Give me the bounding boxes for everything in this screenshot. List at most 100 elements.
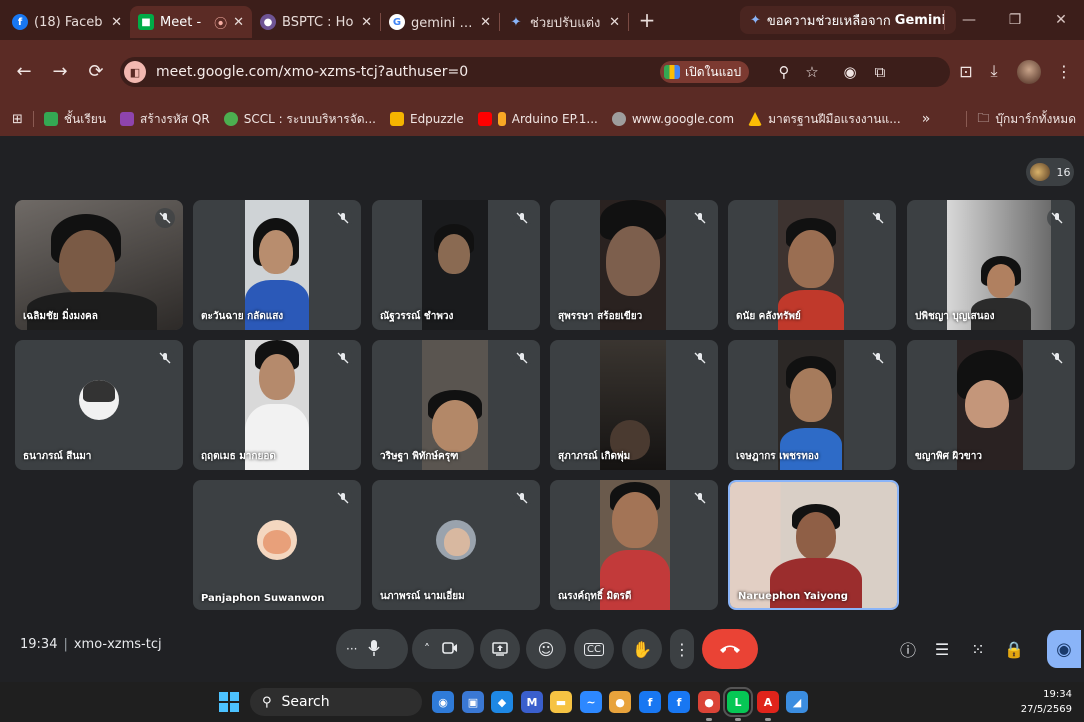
video-options-button[interactable]: ˄ xyxy=(424,642,430,656)
participant-tile[interactable]: สุพรรษา สร้อยเขียว xyxy=(550,200,718,330)
bookmark-arduino[interactable]: Arduino EP.1... xyxy=(477,112,598,126)
close-icon[interactable]: ✕ xyxy=(609,15,620,30)
facebook-app-icon[interactable]: f xyxy=(639,691,661,713)
app-m-icon[interactable]: M xyxy=(521,691,543,713)
host-controls-button[interactable]: 🔒 xyxy=(1002,637,1026,661)
line-icon[interactable]: L xyxy=(723,687,753,717)
close-icon[interactable]: ✕ xyxy=(233,15,244,30)
raise-hand-button[interactable]: ✋ xyxy=(622,629,662,669)
participant-tile[interactable]: นภาพรณ์ นามเอี่ยม xyxy=(372,480,540,610)
camera-control-group: ˄ xyxy=(412,629,474,669)
tab-gemini-search[interactable]: G gemini - ค้ ✕ xyxy=(381,6,499,38)
menu-kebab-icon[interactable]: ⋮ xyxy=(1050,57,1078,85)
minimize-button[interactable]: — xyxy=(946,0,992,40)
open-in-app-button[interactable]: เปิดในแอป xyxy=(660,61,750,83)
gemini-help-tab[interactable]: ✦ ขอความช่วยเหลือจาก Gemini xyxy=(740,6,956,34)
bookmark-edpuzzle[interactable]: Edpuzzle xyxy=(389,112,464,126)
captions-button[interactable]: CC xyxy=(574,629,614,669)
participant-tile[interactable]: เจษฎากร เพชรทอง xyxy=(728,340,896,470)
more-options-button[interactable]: ⋮ xyxy=(670,629,694,669)
reload-button[interactable]: ⟳ xyxy=(82,57,110,85)
participant-tile[interactable]: ณัฐวรรณ์ ชำพวง xyxy=(372,200,540,330)
facebook-app-2-icon[interactable]: f xyxy=(668,691,690,713)
all-bookmarks-button[interactable]: บุ๊กมาร์กทั้งหมด xyxy=(995,110,1076,129)
search-label: Search xyxy=(281,694,330,710)
participant-tile[interactable]: เฉลิมชัย มิ่งมงคล xyxy=(15,200,183,330)
search-icon: ⚲ xyxy=(262,694,272,710)
bookmark-classroom[interactable]: ชั้นเรียน xyxy=(43,110,106,129)
participant-tile[interactable]: สุภาภรณ์ เกิดพุ่ม xyxy=(550,340,718,470)
hang-up-icon xyxy=(720,645,740,653)
profile-avatar[interactable] xyxy=(1017,60,1041,84)
copilot-icon[interactable]: ◉ xyxy=(432,691,454,713)
activities-button[interactable]: ⁙ xyxy=(966,637,990,661)
apps-grid-icon[interactable]: ⊞ xyxy=(12,112,23,127)
video-face xyxy=(965,380,1009,428)
meeting-details-button[interactable]: ⓘ xyxy=(896,637,920,661)
address-bar[interactable]: ◧ meet.google.com/xmo-xzms-tcj?authuser=… xyxy=(120,57,950,87)
mic-button[interactable] xyxy=(367,639,381,660)
paint-icon[interactable]: ◢ xyxy=(786,691,808,713)
bookmark-star-icon[interactable]: ☆ xyxy=(800,60,824,84)
camera-icon[interactable]: ◉ xyxy=(838,60,862,84)
facebook-icon: f xyxy=(12,14,28,30)
acrobat-icon[interactable]: A xyxy=(757,691,779,713)
messenger-icon[interactable]: ~ xyxy=(580,691,602,713)
video-face xyxy=(788,230,834,288)
participant-tile[interactable]: Panjaphon Suwanwon xyxy=(193,480,361,610)
close-icon[interactable]: ✕ xyxy=(480,15,491,30)
new-tab-button[interactable]: + xyxy=(633,6,661,34)
tab-meet[interactable]: ■ Meet - ⦿ ✕ xyxy=(130,6,252,38)
participant-tile[interactable]: ฤฤตเมธ มากยอด xyxy=(193,340,361,470)
video-face xyxy=(612,492,658,548)
bookmark-qr[interactable]: สร้างรหัส QR xyxy=(120,110,210,129)
back-button[interactable]: ← xyxy=(10,57,38,85)
present-button[interactable] xyxy=(480,629,520,669)
leave-call-button[interactable] xyxy=(702,629,758,669)
chrome-icon[interactable]: ● xyxy=(609,691,631,713)
windows-start-button[interactable] xyxy=(219,692,239,712)
participant-count-badge[interactable]: 16 xyxy=(1026,158,1074,186)
tab-bsptc[interactable]: ● BSPTC : Ho ✕ xyxy=(252,6,380,38)
more-bookmarks-button[interactable]: » xyxy=(922,111,931,127)
download-icon[interactable]: ⤓ xyxy=(980,57,1008,85)
participant-tile[interactable]: ขญาพิศ ผิวขาว xyxy=(907,340,1075,470)
file-explorer-icon[interactable]: ▬ xyxy=(550,691,572,713)
participant-tile[interactable]: ดนัย คลังทรัพย์ xyxy=(728,200,896,330)
store-icon[interactable]: ▣ xyxy=(462,691,484,713)
tab-facebook[interactable]: f (18) Faceb ✕ xyxy=(4,6,130,38)
gemini-meet-button[interactable]: ◉ xyxy=(1047,630,1081,668)
camera-button[interactable] xyxy=(442,641,458,658)
chat-button[interactable]: ☰ xyxy=(930,637,954,661)
google-icon: G xyxy=(389,14,405,30)
bookmark-google[interactable]: www.google.com xyxy=(611,112,734,126)
extensions-icon[interactable]: ⧉ xyxy=(868,60,892,84)
forward-button[interactable]: → xyxy=(46,57,74,85)
taskbar-search[interactable]: ⚲ Search xyxy=(250,688,422,716)
participant-tile[interactable]: ปพิชญา บุญเสนอง xyxy=(907,200,1075,330)
chrome-profile-icon[interactable]: ● xyxy=(698,691,720,713)
participant-tile[interactable]: วริษฐา พิทักษ์ครุฑ xyxy=(372,340,540,470)
participant-tile[interactable]: ณรงค์ฤทธิ์ มิตรดี xyxy=(550,480,718,610)
close-window-button[interactable]: ✕ xyxy=(1038,0,1084,40)
audio-options-button[interactable]: ··· xyxy=(346,642,357,656)
close-icon[interactable]: ✕ xyxy=(361,15,372,30)
zoom-icon[interactable]: ⚲ xyxy=(772,60,796,84)
bookmark-label: มาตรฐานฝีมือแรงงานแ... xyxy=(768,111,901,126)
bookmark-sccl[interactable]: SCCL : ระบบบริหารจัด... xyxy=(223,110,376,129)
maximize-button[interactable]: ❐ xyxy=(992,0,1038,40)
meeting-time: 19:34 xyxy=(20,637,58,652)
site-info-icon[interactable]: ◧ xyxy=(124,61,146,83)
photos-icon[interactable]: ◆ xyxy=(491,691,513,713)
tab-gemini-adjust[interactable]: ✦ ช่วยปรับแต่ง ✕ xyxy=(500,6,628,38)
url-text[interactable]: meet.google.com/xmo-xzms-tcj?authuser=0 xyxy=(156,64,468,80)
close-icon[interactable]: ✕ xyxy=(111,15,122,30)
taskbar-clock[interactable]: 19:34 27/5/2569 xyxy=(1021,687,1072,717)
participant-tile-active-speaker[interactable]: Naruephon Yaiyong xyxy=(728,480,899,610)
participant-tile[interactable]: ธนาภรณ์ สีนมา xyxy=(15,340,183,470)
tab-search-icon[interactable]: ⊡ xyxy=(952,57,980,85)
participant-name: สุภาภรณ์ เกิดพุ่ม xyxy=(558,451,631,462)
bookmark-standards[interactable]: มาตรฐานฝีมือแรงงานแ... xyxy=(748,110,901,129)
participant-tile[interactable]: ตะวันฉาย กลัดแสง xyxy=(193,200,361,330)
reactions-button[interactable]: ☺ xyxy=(526,629,566,669)
